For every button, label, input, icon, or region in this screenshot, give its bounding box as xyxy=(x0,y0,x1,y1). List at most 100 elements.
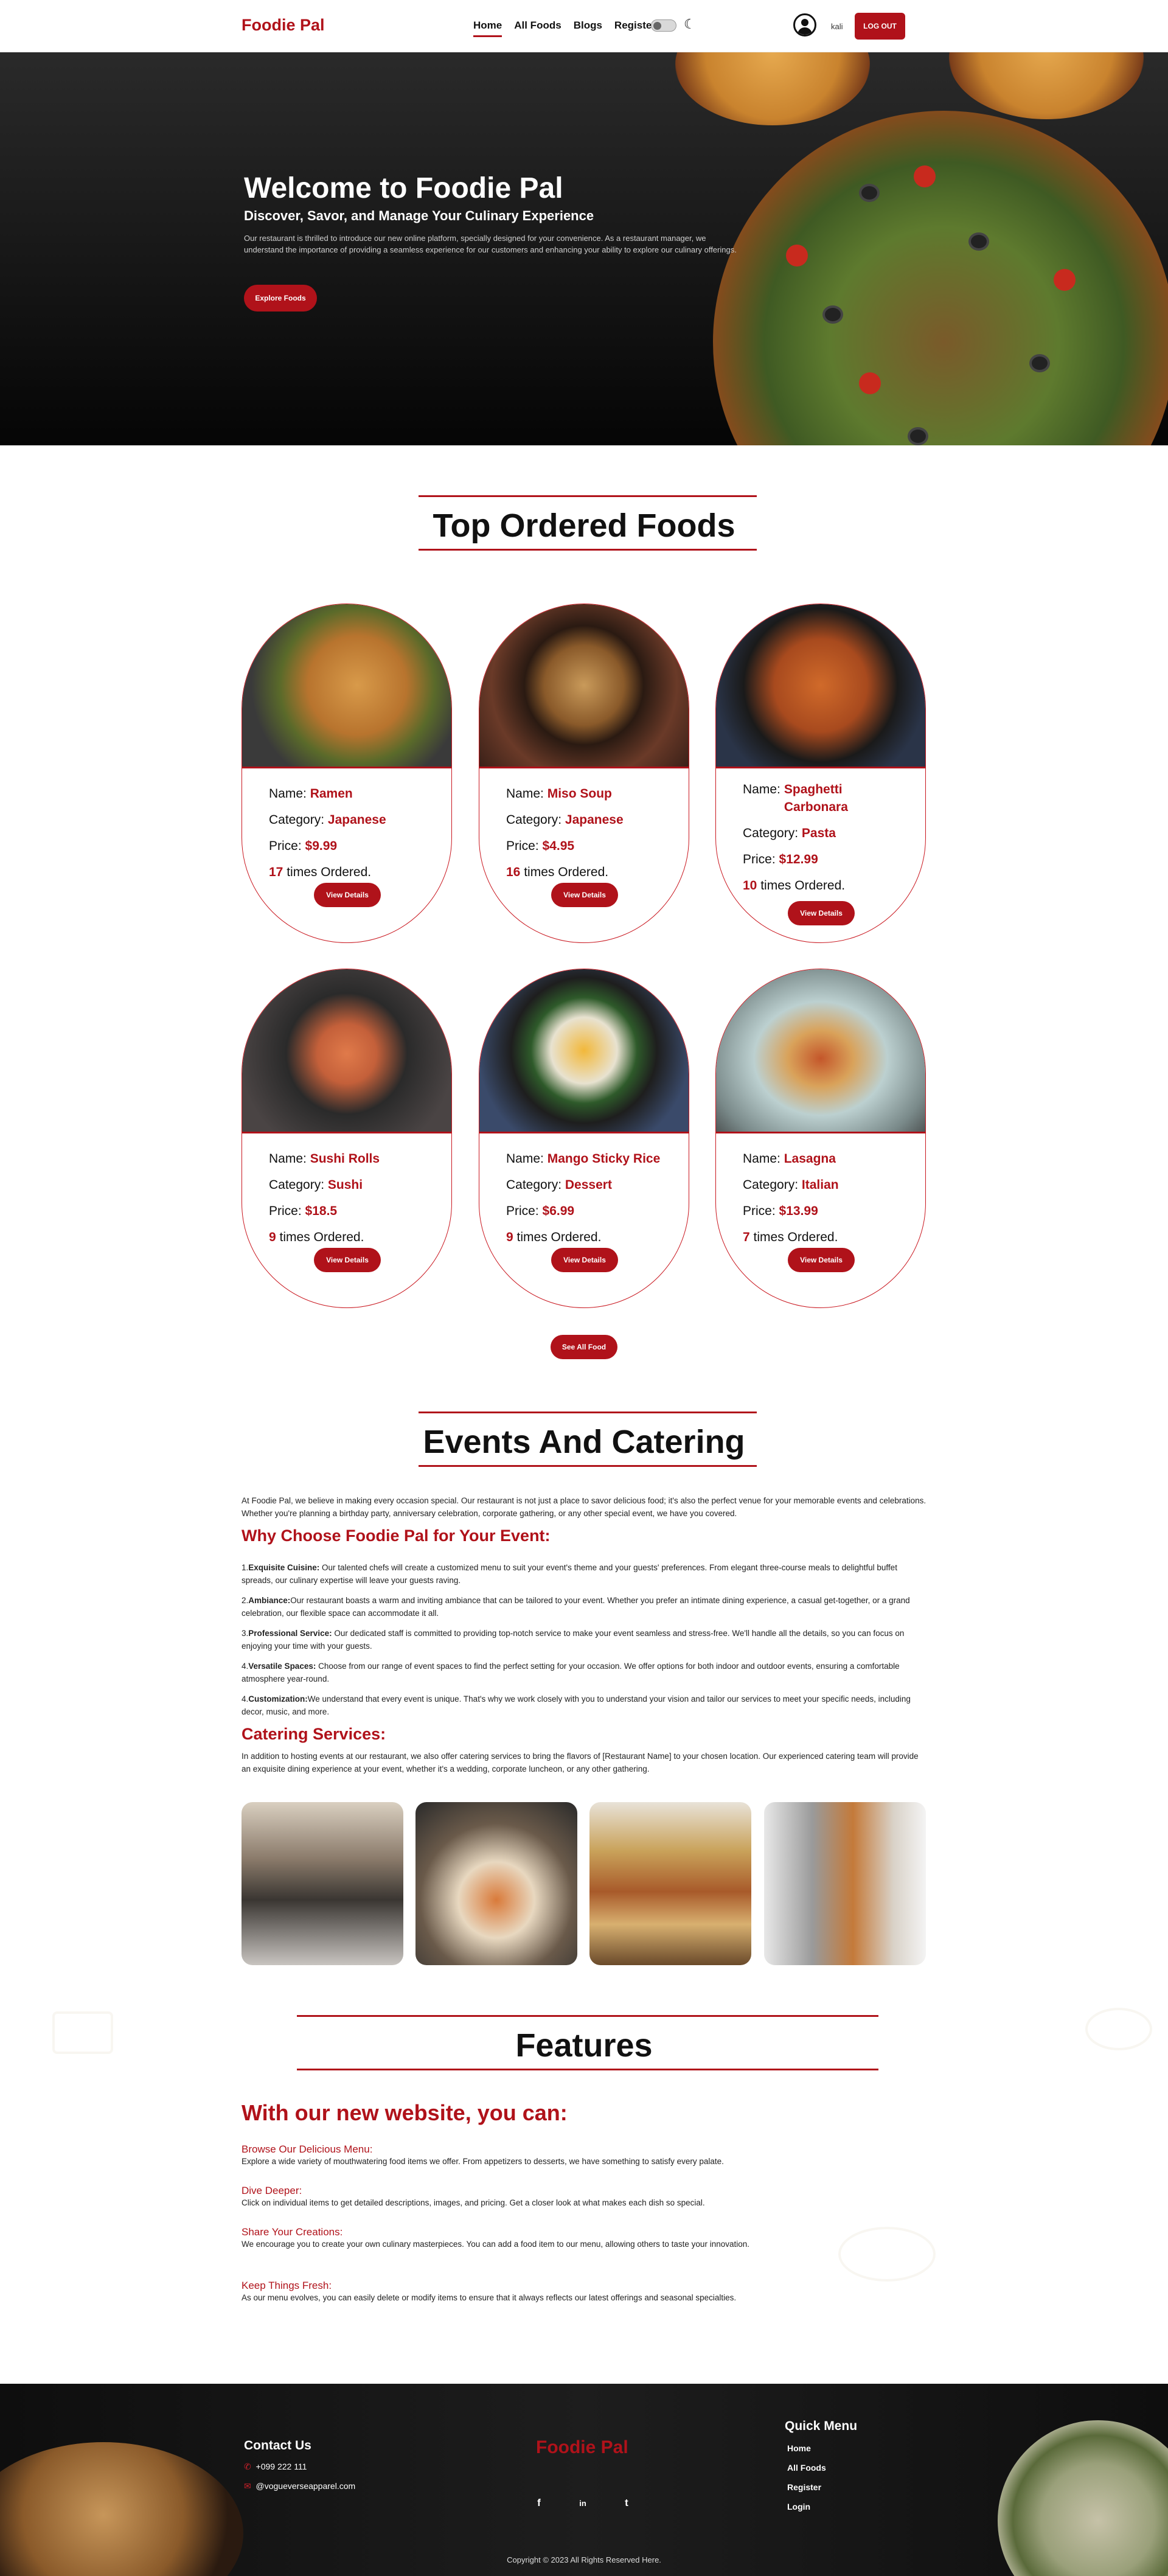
events-heading: Events And Catering xyxy=(0,1412,1168,1467)
olive xyxy=(1029,354,1050,372)
orders-suffix: times Ordered. xyxy=(524,865,609,879)
food-price-row: Price: $12.99 xyxy=(743,851,913,868)
why-point: 4.Customization:We understand that every… xyxy=(242,1693,926,1718)
food-image xyxy=(479,604,689,768)
price-label: Price: xyxy=(506,839,539,853)
view-details-button[interactable]: View Details xyxy=(551,883,618,907)
see-all-food-button[interactable]: See All Food xyxy=(551,1335,617,1359)
food-category: Japanese xyxy=(327,813,386,827)
point-text: Our restaurant boasts a warm and invitin… xyxy=(242,1596,910,1618)
category-label: Category: xyxy=(506,813,562,827)
quick-link-login[interactable]: Login xyxy=(787,2502,810,2512)
point-number: 3. xyxy=(242,1629,249,1638)
facebook-icon[interactable]: f xyxy=(527,2491,551,2515)
logout-button[interactable]: LOG OUT xyxy=(855,13,905,40)
quick-link-register[interactable]: Register xyxy=(787,2482,821,2492)
section-title: Events And Catering xyxy=(423,1424,745,1460)
phone-icon: ✆ xyxy=(244,2462,251,2471)
tomato xyxy=(914,165,936,187)
food-price: $4.95 xyxy=(542,839,575,853)
why-point: 3.Professional Service: Our dedicated st… xyxy=(242,1627,926,1652)
email-icon: ✉ xyxy=(244,2481,251,2491)
order-count: 10 xyxy=(743,879,757,893)
feature-title: Keep Things Fresh: xyxy=(242,2280,332,2291)
order-count: 16 xyxy=(506,865,521,879)
price-label: Price: xyxy=(743,1204,776,1218)
view-details-button[interactable]: View Details xyxy=(551,1248,618,1272)
explore-foods-button[interactable]: Explore Foods xyxy=(244,285,317,312)
feature-title: Browse Our Delicious Menu: xyxy=(242,2143,373,2155)
user-avatar-icon[interactable] xyxy=(793,13,816,37)
order-count: 17 xyxy=(269,865,283,879)
phone-number[interactable]: +099 222 111 xyxy=(256,2462,307,2471)
view-details-button[interactable]: View Details xyxy=(314,883,381,907)
heading-rule xyxy=(419,1412,757,1413)
catering-photo xyxy=(415,1802,577,1965)
view-details-button[interactable]: View Details xyxy=(788,1248,855,1272)
food-card: Name: Ramen Category: Japanese Price: $9… xyxy=(242,604,452,943)
food-name: Ramen xyxy=(310,787,353,801)
point-text: Our dedicated staff is committed to prov… xyxy=(242,1629,905,1651)
name-label: Name: xyxy=(269,787,307,801)
nav-link-all-foods[interactable]: All Foods xyxy=(514,19,561,37)
view-details-button[interactable]: View Details xyxy=(788,901,855,925)
name-label: Name: xyxy=(506,787,544,801)
view-details-button[interactable]: View Details xyxy=(314,1248,381,1272)
price-label: Price: xyxy=(269,839,302,853)
point-head: Ambiance: xyxy=(248,1596,291,1605)
nav-link-home[interactable]: Home xyxy=(473,19,502,37)
quick-link-all-foods[interactable]: All Foods xyxy=(787,2463,826,2473)
food-orders-row: 10 times Ordered. xyxy=(743,877,913,894)
food-info: Name: Spaghetti Carbonara Category: Pasta… xyxy=(743,781,913,894)
events-intro: At Foodie Pal, we believe in making ever… xyxy=(242,1496,926,1518)
quick-link-home[interactable]: Home xyxy=(787,2443,811,2453)
features-intro: With our new website, you can: xyxy=(242,2100,568,2125)
avatar-body xyxy=(798,27,812,35)
email-address[interactable]: @vogueverseapparel.com xyxy=(256,2481,356,2491)
why-point: 2.Ambiance:Our restaurant boasts a warm … xyxy=(242,1594,926,1620)
brand-logo[interactable]: Foodie Pal xyxy=(242,16,325,35)
food-category-row: Category: Sushi xyxy=(269,1172,439,1198)
catering-photo xyxy=(589,1802,751,1965)
food-category: Italian xyxy=(801,1178,839,1192)
food-orders-row: 9 times Ordered. xyxy=(269,1224,439,1250)
footer-brand[interactable]: Foodie Pal xyxy=(536,2437,628,2458)
tomato xyxy=(1054,269,1076,291)
feature-text: Explore a wide variety of mouthwatering … xyxy=(242,2157,724,2166)
order-count: 7 xyxy=(743,1230,750,1244)
name-label: Name: xyxy=(743,1152,780,1166)
burger-image xyxy=(949,52,1144,119)
theme-toggle[interactable] xyxy=(651,19,676,32)
nav-link-blogs[interactable]: Blogs xyxy=(574,19,602,37)
nav-link-register[interactable]: Register xyxy=(614,19,656,37)
point-number: 4. xyxy=(242,1662,249,1671)
orders-suffix: times Ordered. xyxy=(753,1230,838,1244)
catering-text: In addition to hosting events at our res… xyxy=(242,1752,919,1774)
name-label: Name: xyxy=(506,1152,544,1166)
food-name-row: Name: Miso Soup xyxy=(506,781,676,807)
tomato xyxy=(859,372,881,394)
twitter-icon[interactable]: t xyxy=(614,2491,639,2515)
food-name: Spaghetti Carbonara xyxy=(784,782,848,814)
moon-icon[interactable]: ☾ xyxy=(684,16,696,32)
linkedin-icon[interactable]: in xyxy=(571,2491,595,2515)
food-card: Name: Miso Soup Category: Japanese Price… xyxy=(479,604,689,943)
section-title: Features xyxy=(515,2027,653,2064)
toggle-knob xyxy=(653,22,661,30)
category-label: Category: xyxy=(743,826,799,840)
food-card: Name: Spaghetti Carbonara Category: Pasta… xyxy=(715,604,926,943)
name-label: Name: xyxy=(743,782,780,796)
olive xyxy=(859,184,880,202)
food-name-row: Name: Lasagna xyxy=(743,1146,913,1172)
nav-menu: Home All Foods Blogs Register xyxy=(473,19,656,37)
category-label: Category: xyxy=(269,1178,325,1192)
point-text: We understand that every event is unique… xyxy=(242,1694,911,1716)
price-label: Price: xyxy=(269,1204,302,1218)
food-price-row: Price: $18.5 xyxy=(269,1198,439,1224)
feature-text: Click on individual items to get detaile… xyxy=(242,2198,705,2207)
food-name-row: Name: Mango Sticky Rice xyxy=(506,1146,676,1172)
food-card: Name: Mango Sticky Rice Category: Desser… xyxy=(479,969,689,1308)
food-category-row: Category: Italian xyxy=(743,1172,913,1198)
phone-row: ✆ +099 222 111 xyxy=(244,2462,307,2472)
catering-photo xyxy=(764,1802,926,1965)
